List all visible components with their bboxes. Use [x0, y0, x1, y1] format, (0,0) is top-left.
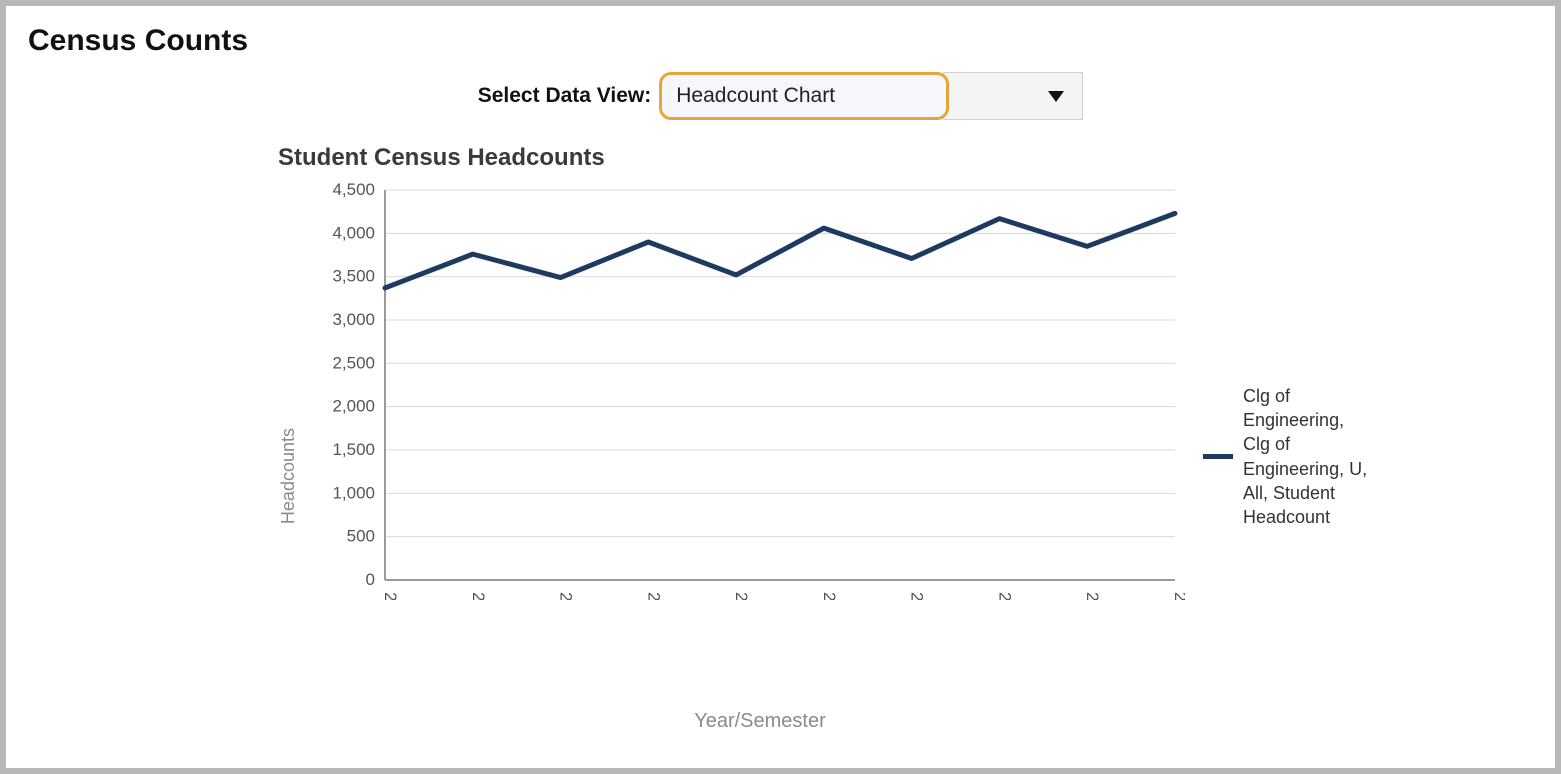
- svg-text:2021 B Spring: 2021 B Spring: [732, 592, 751, 600]
- data-view-control-row: Select Data View: Headcount Chart: [28, 72, 1533, 120]
- svg-text:2020 D Fall: 2020 D Fall: [644, 592, 663, 600]
- chevron-down-icon: [1048, 91, 1064, 102]
- svg-text:2019 B Spring: 2019 B Spring: [381, 592, 400, 600]
- svg-text:1,500: 1,500: [332, 440, 375, 459]
- svg-text:2022 D Fall: 2022 D Fall: [995, 592, 1014, 600]
- data-view-select-dropdown[interactable]: [943, 72, 1083, 120]
- svg-text:500: 500: [347, 527, 375, 546]
- data-view-label: Select Data View:: [478, 84, 652, 108]
- svg-text:0: 0: [366, 570, 375, 589]
- line-chart-svg: 0 500 1,000 1,500 2,000 2,500 3,000 3,500 4,000 4…: [305, 180, 1185, 600]
- svg-text:2,500: 2,500: [332, 353, 375, 372]
- svg-text:2023 D Fall: 2023 D Fall: [1171, 592, 1185, 600]
- legend: Clg of Engineering, Clg of Engineering, …: [1203, 180, 1373, 733]
- chart-area: Student Census Headcounts Headcounts 0 50…: [278, 144, 1538, 733]
- legend-label: Clg of Engineering, Clg of Engineering, …: [1243, 384, 1373, 530]
- svg-text:2022 B Spring: 2022 B Spring: [908, 592, 927, 600]
- y-axis-label: Headcounts: [278, 388, 299, 524]
- chart-body: Headcounts 0 500 1,000 1,500 2,000 2,500 3,000…: [278, 180, 1538, 733]
- x-axis-label: Year/Semester: [385, 710, 1135, 733]
- svg-text:2019 D Fall: 2019 D Fall: [469, 592, 488, 600]
- svg-text:2021 D Fall: 2021 D Fall: [820, 592, 839, 600]
- chart-title: Student Census Headcounts: [278, 144, 1538, 172]
- plot: 0 500 1,000 1,500 2,000 2,500 3,000 3,500 4,000 4…: [305, 180, 1185, 733]
- svg-text:3,500: 3,500: [332, 267, 375, 286]
- svg-text:4,500: 4,500: [332, 180, 375, 199]
- svg-text:1,000: 1,000: [332, 483, 375, 502]
- svg-text:2020 B Spring: 2020 B Spring: [557, 592, 576, 600]
- svg-text:2,000: 2,000: [332, 397, 375, 416]
- data-view-select-highlight: Headcount Chart: [659, 72, 949, 120]
- page-title: Census Counts: [28, 24, 1533, 58]
- app-frame: Census Counts Select Data View: Headcoun…: [6, 6, 1555, 768]
- data-view-select[interactable]: Headcount Chart: [659, 72, 1083, 120]
- legend-swatch: [1203, 454, 1233, 459]
- svg-text:3,000: 3,000: [332, 310, 375, 329]
- svg-text:4,000: 4,000: [332, 223, 375, 242]
- svg-text:2023 B Spring: 2023 B Spring: [1083, 592, 1102, 600]
- data-view-selected-value: Headcount Chart: [676, 84, 835, 108]
